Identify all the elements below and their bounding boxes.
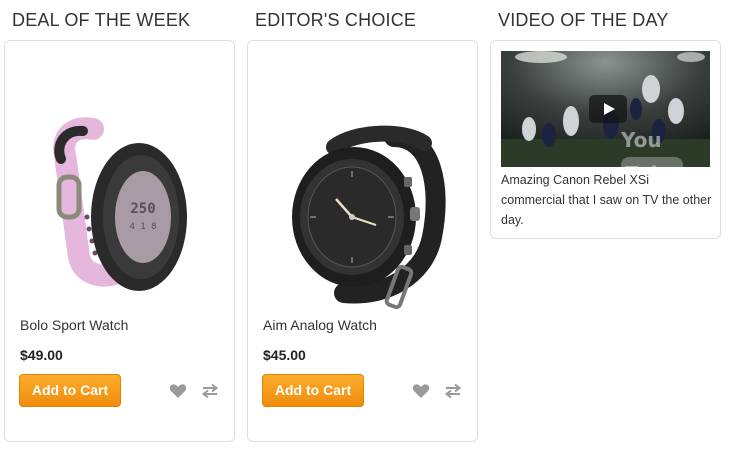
product-image-bolo-sport-watch[interactable]: 250 4 1 8 [21,107,217,319]
heart-icon [169,384,187,398]
svg-text:4 1 8: 4 1 8 [129,222,156,232]
analog-watch-image [292,125,446,310]
svg-text:250: 250 [130,201,155,217]
wishlist-heart-icon[interactable] [411,381,431,401]
product-price: $49.00 [20,347,63,363]
product-card-aim-analog-watch: Aim Analog Watch $45.00 Add to Cart [247,40,478,442]
video-description: Amazing Canon Rebel XSi commercial that … [501,173,712,227]
product-image-aim-analog-watch[interactable] [264,107,460,319]
add-to-cart-button[interactable]: Add to Cart [262,374,364,407]
add-to-cart-button[interactable]: Add to Cart [19,374,121,407]
video-thumbnail[interactable]: YouTube [501,51,710,167]
product-name[interactable]: Aim Analog Watch [263,317,377,333]
section-title-editors-choice: EDITOR'S CHOICE [255,10,417,30]
youtube-logo-icon: YouTube [621,123,701,167]
compare-arrows-icon[interactable] [443,381,463,401]
compare-icon [444,383,462,399]
compare-icon [201,383,219,399]
play-icon[interactable] [589,95,627,123]
product-name[interactable]: Bolo Sport Watch [20,317,128,333]
compare-arrows-icon[interactable] [200,381,220,401]
product-price: $45.00 [263,347,306,363]
product-card-bolo-sport-watch: 250 4 1 8 Bolo Sport Watch $49.00 Add to… [4,40,235,442]
video-card: YouTube Amazing Canon Rebel XSi commerci… [490,40,721,239]
wishlist-heart-icon[interactable] [168,381,188,401]
sport-watch-image: 250 4 1 8 [53,117,187,291]
heart-icon [412,384,430,398]
section-title-video-of-the-day: VIDEO OF THE DAY [498,10,669,30]
section-title-deal-of-the-week: DEAL OF THE WEEK [12,10,191,30]
